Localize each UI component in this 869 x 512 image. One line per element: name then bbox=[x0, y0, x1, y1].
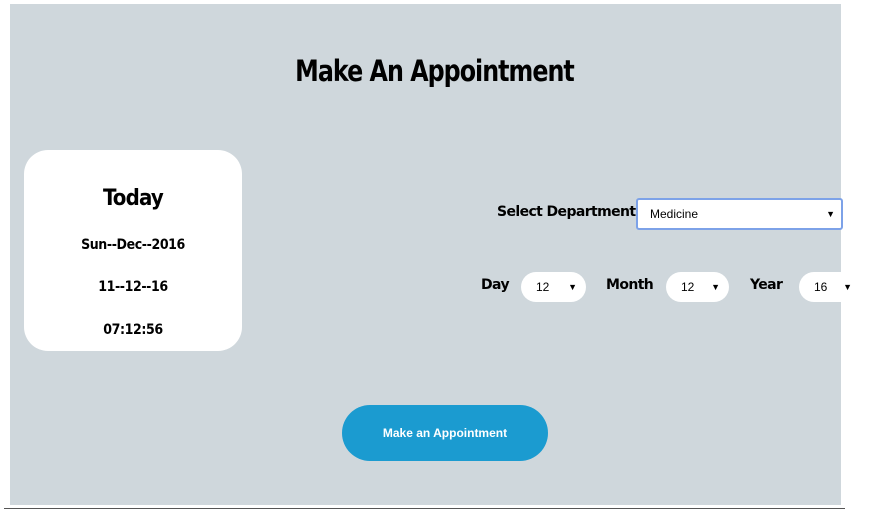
department-select[interactable]: Medicine ▼ bbox=[636, 198, 843, 230]
day-selected-value: 12 bbox=[536, 280, 550, 294]
today-time: 07:12:56 bbox=[103, 322, 163, 338]
today-heading: Today bbox=[103, 186, 164, 211]
department-label: Select Department bbox=[497, 204, 636, 220]
page-title: Make An Appointment bbox=[295, 54, 575, 88]
day-label: Day bbox=[481, 277, 510, 293]
department-selected-value: Medicine bbox=[650, 207, 699, 221]
caret-down-icon: ▼ bbox=[843, 282, 852, 292]
caret-down-icon: ▼ bbox=[568, 282, 577, 292]
month-select[interactable]: 12 ▼ bbox=[666, 272, 729, 302]
caret-down-icon: ▼ bbox=[826, 209, 835, 219]
bottom-divider bbox=[4, 508, 845, 509]
month-selected-value: 12 bbox=[681, 280, 695, 294]
month-label: Month bbox=[606, 277, 654, 293]
caret-down-icon: ▼ bbox=[711, 282, 720, 292]
today-day-month-year: Sun--Dec--2016 bbox=[81, 237, 185, 253]
year-selected-value: 16 bbox=[814, 280, 828, 294]
today-card: Today Sun--Dec--2016 11--12--16 07:12:56 bbox=[24, 150, 242, 351]
make-appointment-button[interactable]: Make an Appointment bbox=[342, 405, 548, 461]
today-date-short: 11--12--16 bbox=[98, 279, 168, 295]
year-select[interactable]: 16 ▼ bbox=[799, 272, 861, 302]
day-select[interactable]: 12 ▼ bbox=[521, 272, 586, 302]
year-label: Year bbox=[750, 277, 783, 293]
